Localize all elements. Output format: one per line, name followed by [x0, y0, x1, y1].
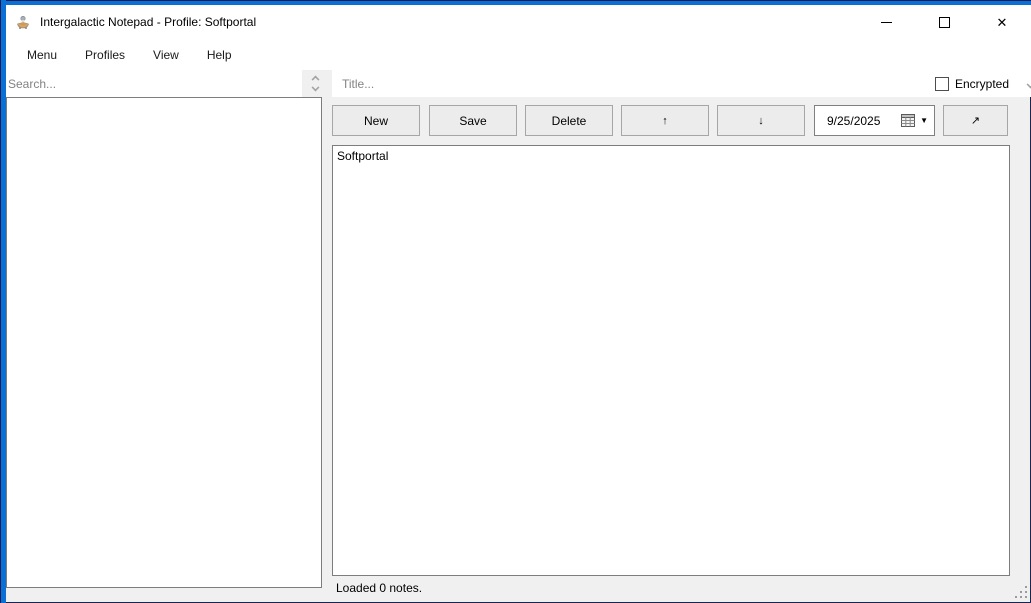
chevron-down-icon[interactable]: [311, 83, 319, 92]
search-spinner[interactable]: [303, 70, 327, 97]
menu-item-profiles[interactable]: Profiles: [71, 43, 139, 67]
open-external-button[interactable]: ↗: [943, 105, 1008, 136]
maximize-icon: [938, 16, 950, 28]
filter-row: Encrypted: [6, 70, 1031, 97]
maximize-button[interactable]: [915, 5, 973, 39]
date-value: 9/25/2025: [827, 113, 881, 128]
encrypted-checkbox[interactable]: [935, 76, 949, 91]
calendar-icon: [901, 114, 916, 127]
menu-bar: Menu Profiles View Help: [6, 39, 1031, 70]
app-window: Intergalactic Notepad - Profile: Softpor…: [0, 0, 1031, 603]
new-button[interactable]: New: [332, 105, 420, 136]
date-picker[interactable]: 9/25/2025 ▼: [814, 105, 935, 136]
move-up-button[interactable]: ↑: [621, 105, 709, 136]
menu-item-help[interactable]: Help: [193, 43, 246, 67]
window-title: Intergalactic Notepad - Profile: Softpor…: [40, 15, 257, 29]
app-icon: [17, 15, 29, 29]
close-button[interactable]: ✕: [973, 5, 1031, 39]
window-controls: ✕: [857, 5, 1031, 39]
encrypted-checkbox-group[interactable]: Encrypted: [931, 70, 1014, 97]
window-frame-left: [0, 0, 6, 603]
minimize-button[interactable]: [857, 5, 915, 39]
resize-grip[interactable]: [1013, 584, 1029, 600]
status-bar-text: Loaded 0 notes.: [336, 581, 423, 595]
menu-item-menu[interactable]: Menu: [13, 43, 71, 67]
move-down-button[interactable]: ↓: [717, 105, 805, 136]
note-content-textarea[interactable]: Softportal: [332, 145, 1010, 576]
save-button[interactable]: Save: [429, 105, 517, 136]
close-icon: ✕: [996, 14, 1008, 30]
encrypted-label: Encrypted: [955, 76, 1010, 91]
date-dropdown-icon[interactable]: ▼: [920, 116, 928, 125]
title-bar[interactable]: Intergalactic Notepad - Profile: Softpor…: [6, 5, 1031, 39]
note-title-input[interactable]: [332, 70, 1031, 97]
menu-item-view[interactable]: View: [139, 43, 193, 67]
minimize-icon: [880, 21, 892, 23]
notes-list[interactable]: [6, 97, 322, 588]
search-input[interactable]: [6, 70, 302, 97]
delete-button[interactable]: Delete: [525, 105, 613, 136]
